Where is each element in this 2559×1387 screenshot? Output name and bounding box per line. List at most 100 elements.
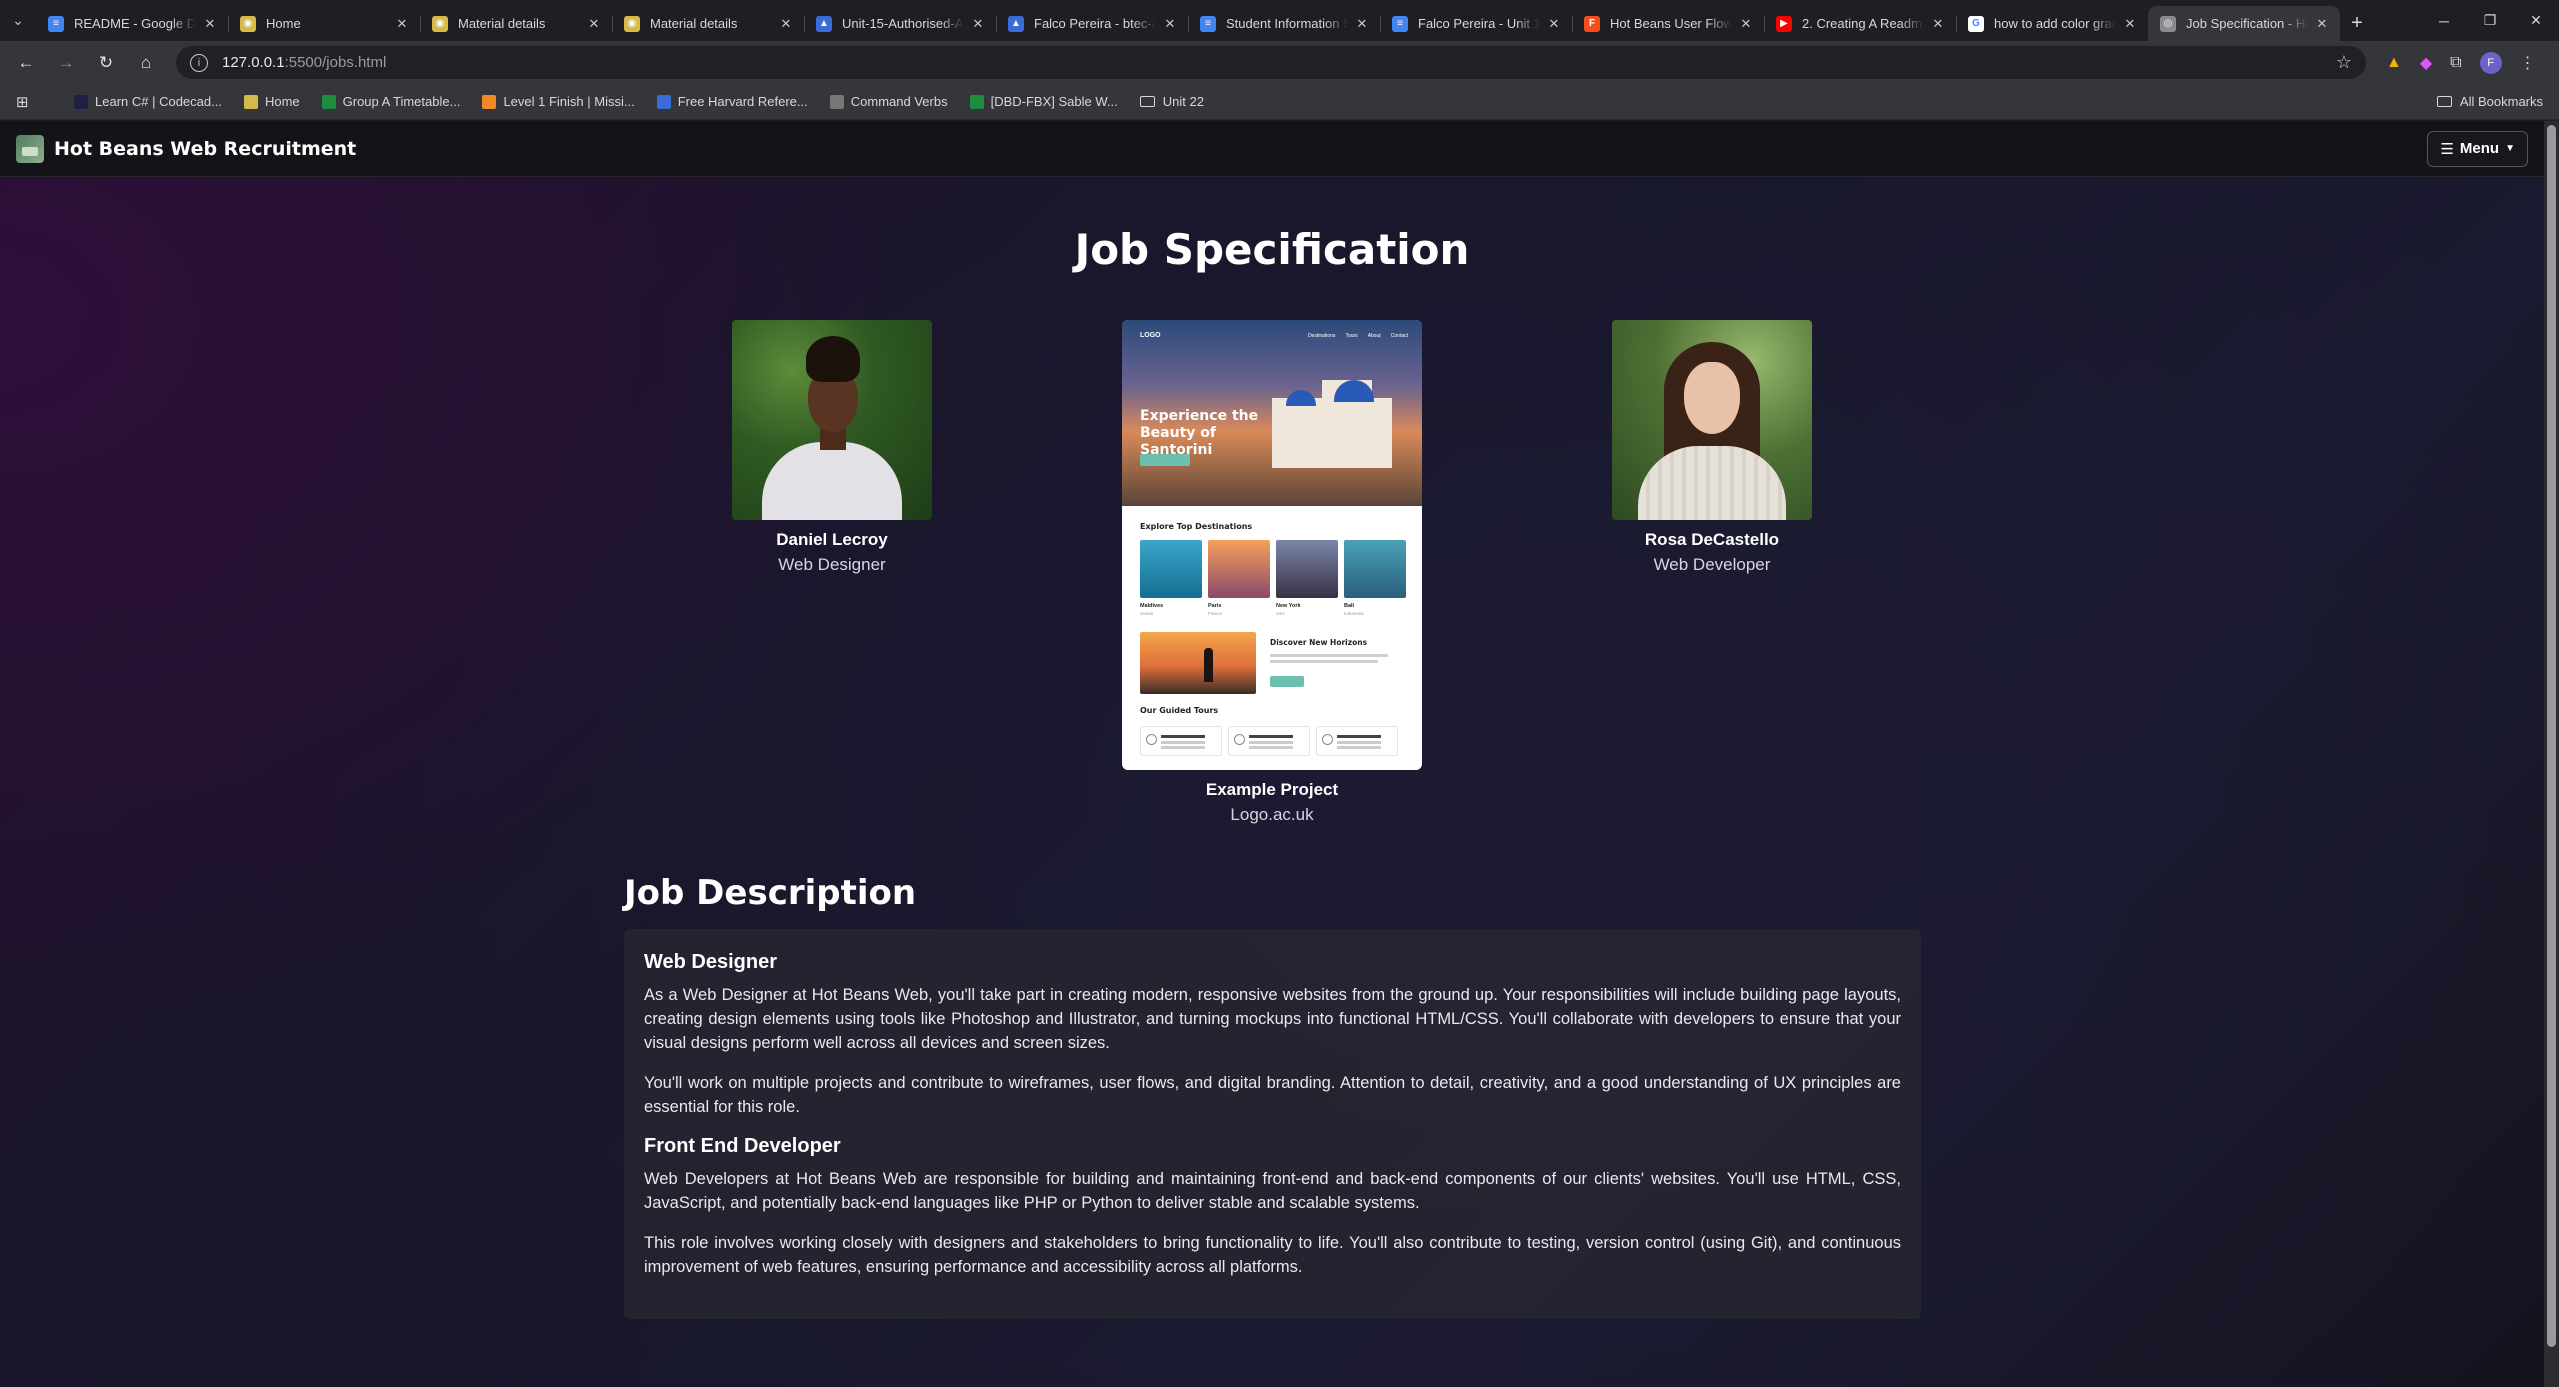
bookmark-item[interactable]: [DBD-FBX] Sable W... — [969, 94, 1118, 109]
reload-icon[interactable]: ↻ — [90, 47, 122, 79]
brand-logo[interactable] — [16, 134, 44, 163]
job-paragraph: This role involves working closely with … — [644, 1234, 1901, 1276]
bookmark-label: Group A Timetable... — [342, 94, 461, 109]
project-card: LOGO Destinations Tours About Contact Exper… — [1122, 320, 1422, 825]
profile-photo-rosa — [1612, 320, 1812, 520]
tab-close-icon[interactable]: ✕ — [778, 16, 794, 32]
profile-card-daniel: Daniel Lecroy Web Designer — [682, 320, 982, 575]
site-info-icon[interactable]: i — [190, 53, 208, 72]
bookmark-favicon-icon — [656, 94, 671, 109]
browser-toolbar: ← → ↻ ⌂ i 127.0.0.1:5500/jobs.html ☆ ▲ ◆… — [0, 41, 2559, 84]
browser-tab[interactable]: Ghow to add color gradient ✕ — [1956, 6, 2148, 41]
tab-favicon-icon: ◉ — [624, 15, 640, 32]
puzzle-extensions-icon[interactable]: ⧉ — [2450, 54, 2461, 72]
bookmark-label: Level 1 Finish | Missi... — [503, 94, 635, 109]
tab-title: Falco Pereira - Unit 15 — [1418, 16, 1540, 31]
bookmark-item[interactable]: Learn C# | Codecad... — [74, 94, 222, 109]
mockup-logo: LOGO — [1140, 332, 1161, 339]
browser-tab[interactable]: ▲ Unit-15-Authorised-Assignment ✕ — [804, 6, 996, 41]
tab-close-icon[interactable]: ✕ — [2122, 16, 2138, 32]
extension-icon[interactable]: ◆ — [2420, 53, 2432, 73]
bookmark-favicon-icon — [482, 94, 497, 109]
tab-favicon-icon: ≡ — [1392, 15, 1408, 32]
tab-close-icon[interactable]: ✕ — [1354, 16, 1370, 32]
all-bookmarks[interactable]: All Bookmarks — [2436, 94, 2543, 109]
mockup-destination: New York USA — [1276, 603, 1301, 616]
browser-tab[interactable]: ≡ README - Google Docs ✕ — [36, 6, 228, 41]
bookmark-item[interactable]: Free Harvard Refere... — [656, 94, 808, 109]
tab-favicon-icon: ▶ — [1776, 15, 1792, 32]
bookmark-favicon-icon — [969, 94, 984, 109]
extensions-area: ▲ ◆ ⧉ F ⋮ — [2386, 51, 2536, 74]
menu-button[interactable]: ☰ Menu ▼ — [2427, 130, 2528, 167]
job-title: Front End Developer — [644, 1135, 841, 1157]
job-title: Web Designer — [644, 951, 777, 973]
tab-close-icon[interactable]: ✕ — [970, 16, 986, 32]
bookmark-star-icon[interactable]: ☆ — [2336, 52, 2352, 73]
address-bar[interactable]: i 127.0.0.1:5500/jobs.html ☆ — [176, 46, 2366, 79]
tab-close-icon[interactable]: ✕ — [1738, 16, 1754, 32]
mockup-feature-image — [1140, 632, 1256, 694]
kebab-menu-icon[interactable]: ⋮ — [2520, 53, 2536, 73]
tab-title: Unit-15-Authorised-Assignment — [842, 16, 964, 31]
back-arrow-icon[interactable]: ← — [10, 47, 42, 79]
browser-tab[interactable]: F Hot Beans User Flow - Figma ✕ — [1572, 6, 1764, 41]
tab-close-icon[interactable]: ✕ — [586, 16, 602, 32]
tab-close-icon[interactable]: ✕ — [2314, 16, 2330, 32]
mockup-destination: Paris France — [1208, 603, 1223, 616]
mockup-tour-card — [1316, 726, 1398, 756]
project-mockup-image: LOGO Destinations Tours About Contact Exper… — [1122, 320, 1422, 770]
bookmark-favicon-icon — [243, 94, 258, 109]
new-tab-button[interactable]: + — [2340, 6, 2374, 41]
bookmark-label: Command Verbs — [850, 94, 948, 109]
home-icon[interactable]: ⌂ — [130, 47, 162, 79]
browser-tab[interactable]: ◉ Material details ✕ — [612, 6, 804, 41]
browser-tab[interactable]: ≡ Student Information Sheet ✕ — [1188, 6, 1380, 41]
brand-name[interactable]: Hot Beans Web Recruitment — [54, 138, 356, 160]
restore-icon[interactable]: ❐ — [2467, 0, 2513, 41]
bookmarks-bar: ⊞ Learn C# | Codecad... Home Group A Timet… — [0, 84, 2559, 120]
job-paragraph: As a Web Designer at Hot Beans Web, you'… — [644, 986, 1901, 1052]
browser-tab[interactable]: ◉ Material details ✕ — [420, 6, 612, 41]
apps-grid-icon[interactable]: ⊞ — [16, 93, 34, 111]
tab-close-icon[interactable]: ✕ — [394, 16, 410, 32]
bookmark-favicon-icon — [74, 94, 88, 109]
tab-title: Material details — [458, 16, 546, 31]
mockup-destination: Maldives Ocean — [1140, 603, 1164, 616]
tab-close-icon[interactable]: ✕ — [1930, 16, 1946, 32]
job-paragraph: You'll work on multiple projects and con… — [644, 1074, 1901, 1116]
tab-close-icon[interactable]: ✕ — [202, 16, 218, 32]
mockup-hero-title: Experience the Beauty of Santorini — [1140, 408, 1259, 458]
tab-close-icon[interactable]: ✕ — [1546, 16, 1562, 32]
bookmark-item[interactable]: Unit 22 — [1139, 94, 1204, 109]
browser-tab[interactable]: ≡ Falco Pereira - Unit 15 ✕ — [1380, 6, 1572, 41]
bookmark-item[interactable]: Level 1 Finish | Missi... — [482, 94, 635, 109]
bookmark-label: Home — [264, 94, 300, 109]
browser-tab[interactable]: ▲ Falco Pereira - btec-assignment ✕ — [996, 6, 1188, 41]
forward-arrow-icon[interactable]: → — [50, 47, 82, 79]
drive-extension-icon[interactable]: ▲ — [2386, 54, 2402, 72]
tab-list: ≡ README - Google Docs ✕ ◉ Home ✕ ◉ Material de… — [36, 0, 2340, 41]
browser-tab[interactable]: ◉ Home ✕ — [228, 6, 420, 41]
bookmark-item[interactable]: Command Verbs — [829, 94, 948, 109]
close-window-icon[interactable]: ✕ — [2513, 0, 2559, 41]
browser-tab[interactable]: ◎ Job Specification - Hot Beans ✕ — [2148, 6, 2340, 41]
tab-favicon-icon: G — [1968, 15, 1984, 32]
browser-tab[interactable]: ▶ 2. Creating A Readme ✕ — [1764, 6, 1956, 41]
tab-title: README - Google Docs — [74, 16, 196, 31]
mockup-destination: Bali Indonesia — [1344, 603, 1364, 616]
bookmark-item[interactable]: Home — [243, 94, 300, 109]
tab-search-chevron-icon[interactable]: ⌄ — [0, 0, 36, 41]
profile-avatar[interactable]: F — [2479, 51, 2502, 74]
tab-close-icon[interactable]: ✕ — [1162, 16, 1178, 32]
tab-title: Material details — [650, 16, 738, 31]
minimize-icon[interactable]: ─ — [2421, 0, 2467, 41]
page-scrollbar[interactable] — [2544, 121, 2559, 1387]
tab-favicon-icon: ◎ — [2160, 15, 2176, 32]
bookmark-item[interactable]: Group A Timetable... — [321, 94, 461, 109]
page-viewport: Hot Beans Web Recruitment ☰ Menu ▼ Job S… — [0, 121, 2559, 1387]
scrollbar-thumb[interactable] — [2547, 125, 2556, 1347]
all-bookmarks-label: All Bookmarks — [2459, 94, 2543, 109]
tab-title: how to add color gradient — [1994, 16, 2116, 31]
mockup-section-heading: Explore Top Destinations — [1140, 522, 1253, 531]
